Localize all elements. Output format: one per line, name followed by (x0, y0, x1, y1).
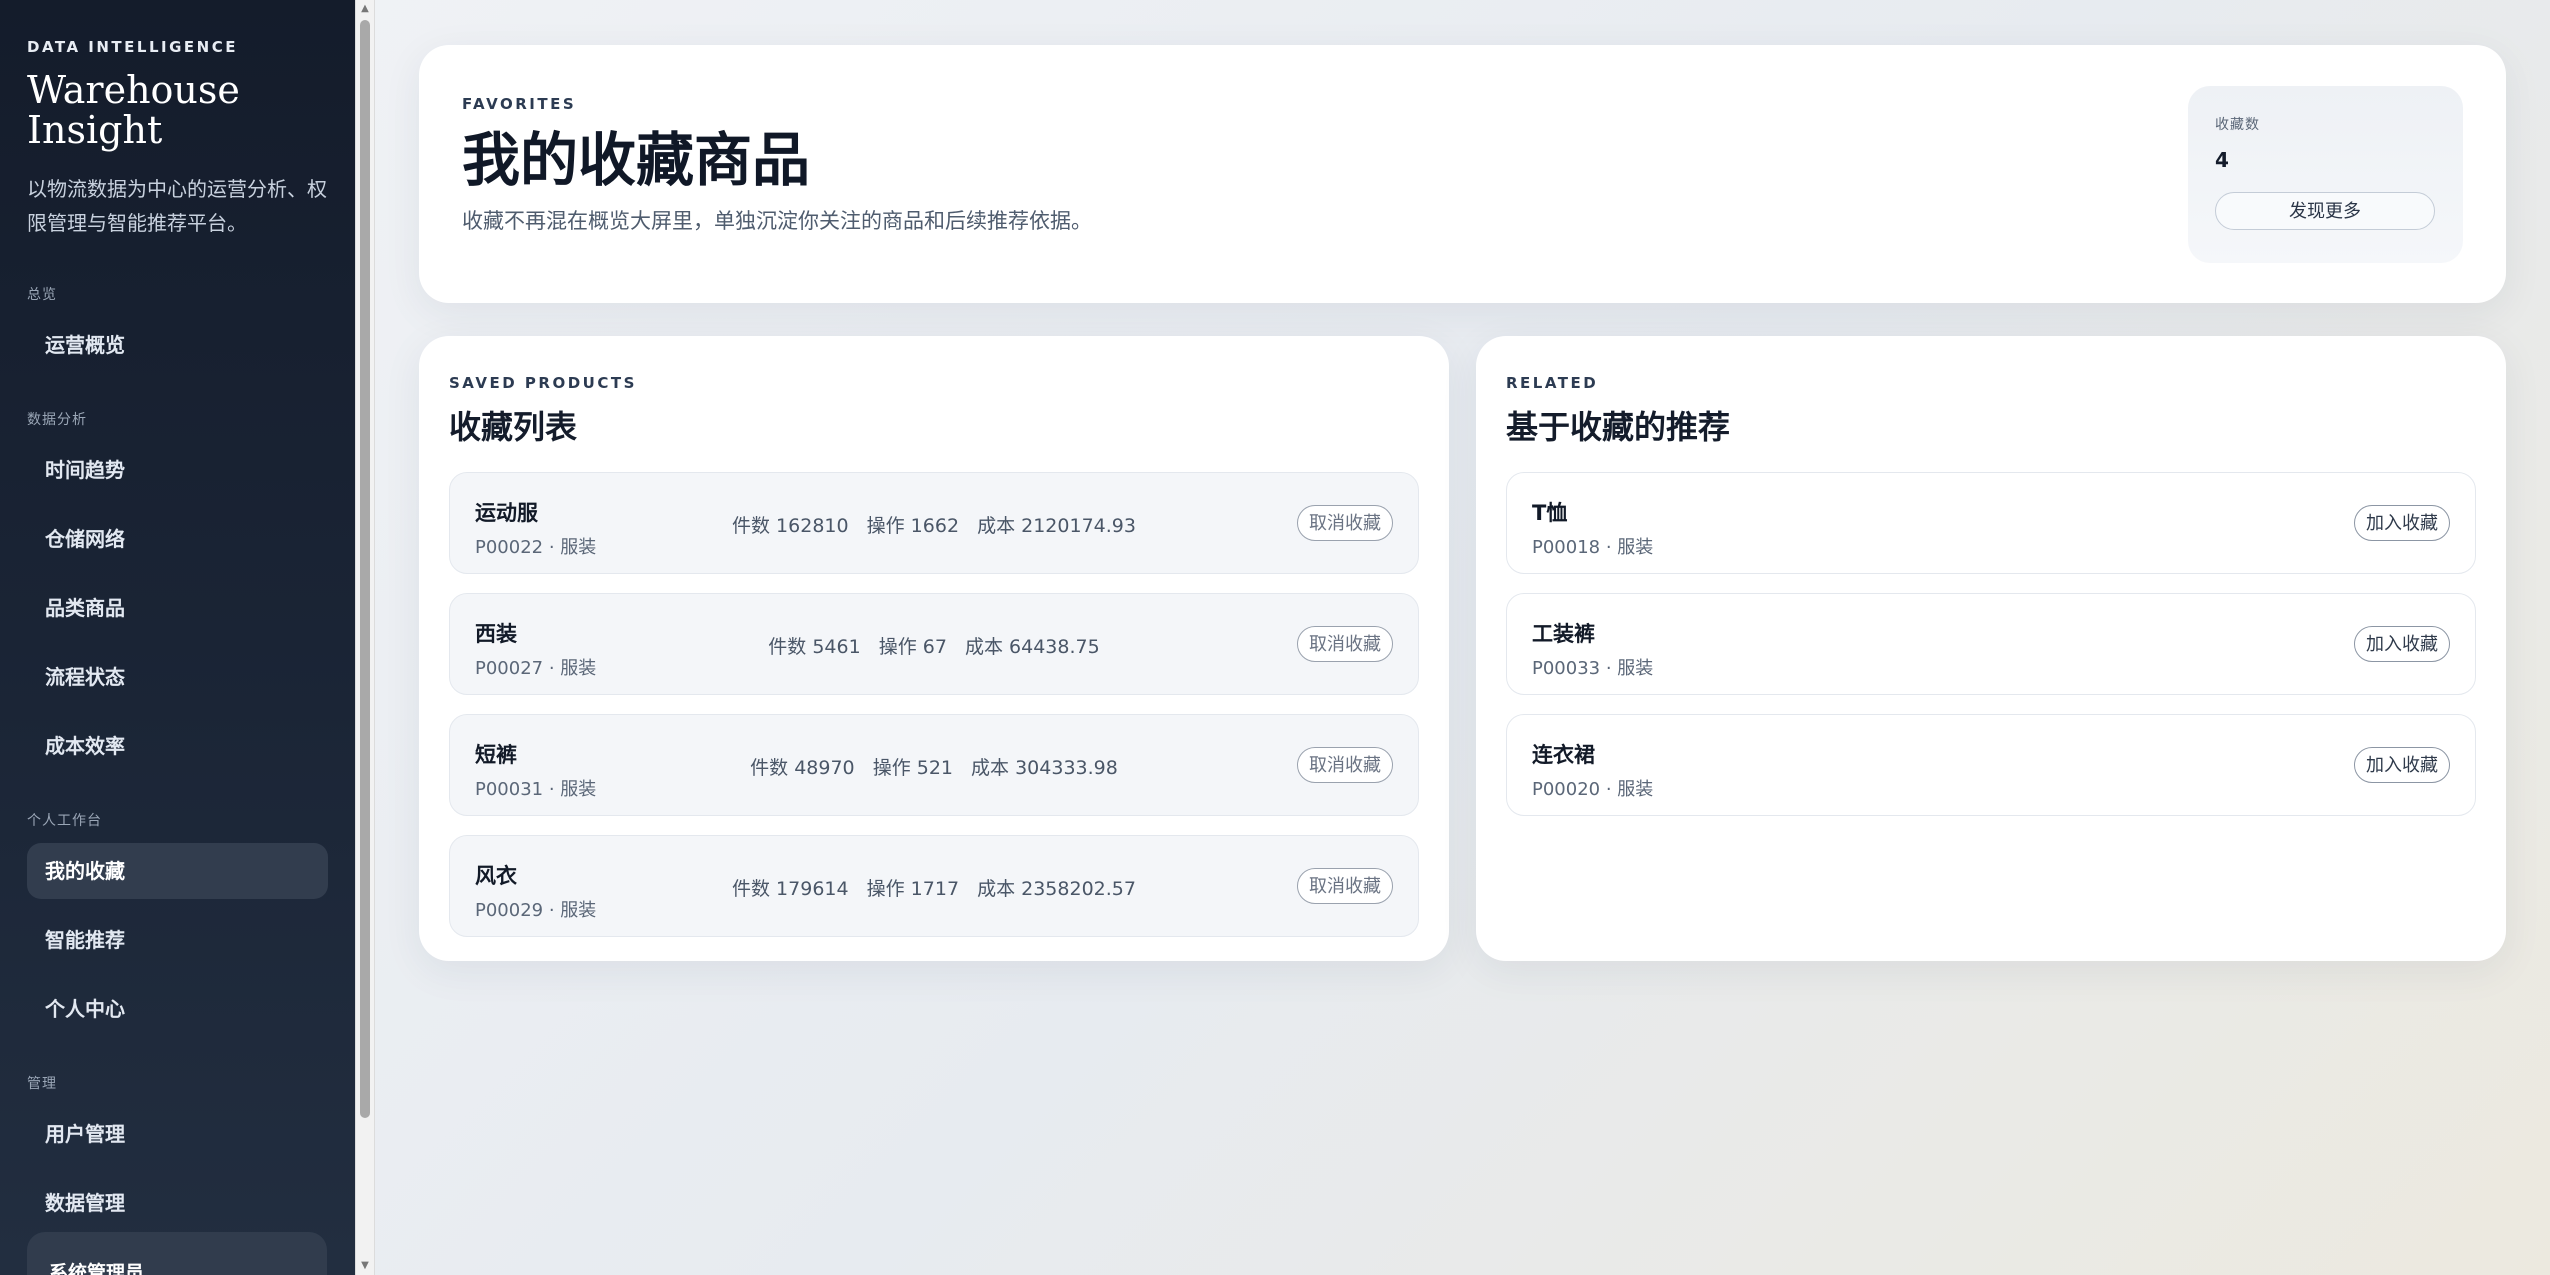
related-products-panel: RELATED 基于收藏的推荐 T恤 P00018 · 服装 加入收藏 工装裤 … (1476, 336, 2506, 961)
product-name: 西装 (475, 622, 517, 646)
product-name: 工装裤 (1532, 622, 1595, 646)
saved-products-eyebrow: SAVED PRODUCTS (449, 374, 637, 392)
nav-item-category-products[interactable]: 品类商品 (27, 580, 328, 636)
related-product-row: 工装裤 P00033 · 服装 加入收藏 (1506, 593, 2476, 695)
nav-item-smart-recommend[interactable]: 智能推荐 (27, 912, 328, 968)
product-meta: P00027 · 服装 (475, 658, 597, 679)
user-chip-label: 系统管理员 (49, 1262, 145, 1275)
related-product-row: T恤 P00018 · 服装 加入收藏 (1506, 472, 2476, 574)
favorites-count-value: 4 (2215, 148, 2229, 172)
unfavorite-button[interactable]: 取消收藏 (1297, 868, 1393, 904)
brand-title: Warehouse Insight (27, 70, 328, 150)
related-eyebrow: RELATED (1506, 374, 1599, 392)
favorites-hero-card: FAVORITES 我的收藏商品 收藏不再混在概览大屏里，单独沉淀你关注的商品和… (419, 45, 2506, 303)
saved-product-row: 西装 P00027 · 服装 件数 5461 操作 67 成本 64438.75… (449, 593, 1419, 695)
unfavorite-button[interactable]: 取消收藏 (1297, 626, 1393, 662)
brand-eyebrow: DATA INTELLIGENCE (27, 38, 238, 56)
product-meta: P00029 · 服装 (475, 900, 597, 921)
unfavorite-button[interactable]: 取消收藏 (1297, 747, 1393, 783)
user-chip[interactable]: 系统管理员 (27, 1232, 327, 1275)
scroll-down-arrow-icon[interactable]: ▼ (356, 1257, 374, 1275)
nav-group-workspace: 个人工作台 (27, 813, 102, 829)
nav-item-time-trend[interactable]: 时间趋势 (27, 442, 328, 498)
brand-title-line1: Warehouse (27, 68, 240, 112)
nav-item-my-favorites[interactable]: 我的收藏 (27, 843, 328, 899)
add-favorite-button[interactable]: 加入收藏 (2354, 747, 2450, 783)
product-name: 运动服 (475, 501, 538, 525)
brand-description: 以物流数据为中心的运营分析、权限管理与智能推荐平台。 (27, 177, 327, 235)
product-meta: P00033 · 服装 (1532, 658, 1654, 679)
saved-products-title: 收藏列表 (449, 408, 578, 446)
product-name: 风衣 (475, 864, 517, 888)
product-name: 连衣裙 (1532, 743, 1595, 767)
product-name: 短裤 (475, 743, 517, 767)
product-name: T恤 (1532, 501, 1568, 525)
nav-group-admin: 管理 (27, 1076, 57, 1092)
unfavorite-button[interactable]: 取消收藏 (1297, 505, 1393, 541)
nav-group-overview: 总览 (27, 287, 57, 303)
saved-product-row: 运动服 P00022 · 服装 件数 162810 操作 1662 成本 212… (449, 472, 1419, 574)
brand-title-line2: Insight (27, 108, 163, 152)
product-meta: P00018 · 服装 (1532, 537, 1654, 558)
discover-more-button[interactable]: 发现更多 (2215, 192, 2435, 230)
nav-item-warehouse-network[interactable]: 仓储网络 (27, 511, 328, 567)
saved-product-row: 风衣 P00029 · 服装 件数 179614 操作 1717 成本 2358… (449, 835, 1419, 937)
favorites-count-box: 收藏数 4 发现更多 (2188, 86, 2463, 263)
related-title: 基于收藏的推荐 (1506, 408, 1731, 446)
nav-item-process-status[interactable]: 流程状态 (27, 649, 328, 705)
saved-products-panel: SAVED PRODUCTS 收藏列表 运动服 P00022 · 服装 件数 1… (419, 336, 1449, 961)
scroll-up-arrow-icon[interactable]: ▲ (356, 0, 374, 18)
saved-product-row: 短裤 P00031 · 服装 件数 48970 操作 521 成本 304333… (449, 714, 1419, 816)
related-product-row: 连衣裙 P00020 · 服装 加入收藏 (1506, 714, 2476, 816)
product-meta: P00022 · 服装 (475, 537, 597, 558)
nav-item-cost-efficiency[interactable]: 成本效率 (27, 718, 328, 774)
scrollbar-thumb[interactable] (360, 20, 370, 1118)
nav-item-user-management[interactable]: 用户管理 (27, 1106, 328, 1162)
nav-item-data-management[interactable]: 数据管理 (27, 1175, 328, 1231)
add-favorite-button[interactable]: 加入收藏 (2354, 626, 2450, 662)
product-meta: P00020 · 服装 (1532, 779, 1654, 800)
nav-item-operations-overview[interactable]: 运营概览 (27, 317, 328, 373)
sidebar: DATA INTELLIGENCE Warehouse Insight 以物流数… (0, 0, 355, 1275)
product-meta: P00031 · 服装 (475, 779, 597, 800)
add-favorite-button[interactable]: 加入收藏 (2354, 505, 2450, 541)
favorites-count-label: 收藏数 (2215, 117, 2260, 133)
nav-item-profile[interactable]: 个人中心 (27, 981, 328, 1037)
sidebar-scrollbar[interactable]: ▲ ▼ (355, 0, 375, 1275)
nav-group-analytics: 数据分析 (27, 412, 87, 428)
